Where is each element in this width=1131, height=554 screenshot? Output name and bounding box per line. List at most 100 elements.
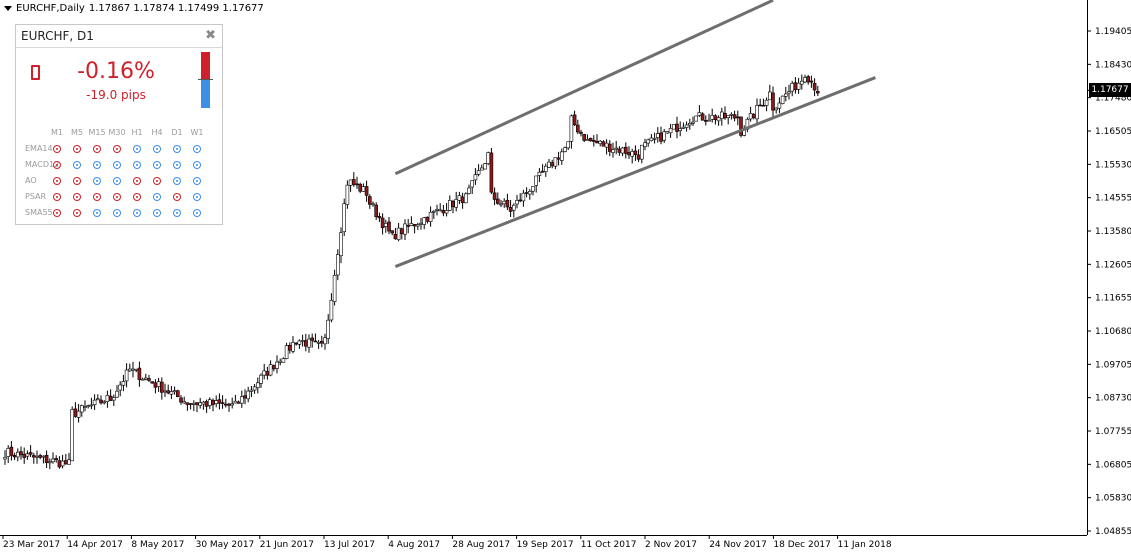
timeframe-label: W1 — [190, 128, 204, 137]
channel-lower-line — [394, 76, 876, 268]
candle-bull — [131, 368, 135, 371]
chart-menu-triangle-icon[interactable] — [4, 6, 12, 11]
candle-bull — [559, 151, 564, 161]
currency-strength-panel[interactable]: EURCHF, D1 ✖ -0.16% -19.0 pips M1 M5 M15 M3… — [15, 24, 223, 225]
candle-bear — [406, 224, 411, 227]
candle-bull — [316, 342, 321, 344]
trend-frame-icon — [31, 65, 40, 80]
candle-bull — [553, 157, 558, 167]
candle-bull — [252, 386, 257, 391]
current-price-tag: 1.17677 — [1089, 83, 1131, 98]
candle-bull — [25, 453, 30, 457]
candle-bull — [361, 186, 366, 192]
candle-bull — [527, 191, 532, 195]
candle-bull — [172, 390, 177, 393]
candle-bull — [6, 448, 10, 457]
buy-signal-dot — [153, 145, 161, 153]
candle-bull — [60, 460, 65, 467]
candle-bull — [547, 161, 551, 168]
candle-bear — [751, 114, 756, 118]
sell-signal-dot — [53, 177, 61, 185]
candle-bear — [185, 402, 190, 405]
close-icon[interactable]: ✖ — [205, 25, 216, 47]
price-tick-label: 1.19405 — [1095, 27, 1131, 37]
price-tick-label: 1.15530 — [1095, 160, 1131, 170]
candle-bear — [441, 210, 446, 214]
candle-bull — [780, 95, 785, 104]
candle-bull — [726, 114, 731, 118]
candle-bear — [217, 399, 222, 404]
candle-bear — [505, 199, 510, 208]
candle-bull — [716, 117, 721, 122]
sell-signal-dot — [73, 145, 81, 153]
buy-signal-dot — [113, 177, 121, 185]
sell-signal-dot — [73, 209, 81, 217]
candle-bull — [790, 83, 795, 92]
candle-bear — [460, 196, 465, 203]
candle-bear — [518, 199, 523, 202]
sell-signal-dot — [133, 177, 141, 185]
candle-bull — [124, 369, 129, 382]
candle-bull — [92, 399, 97, 406]
buy-signal-dot — [113, 161, 121, 169]
chart-window[interactable]: 1.19405 1.18430 1.17480 1.16505 1.15530 1.145… — [0, 0, 1131, 554]
candle-bull — [515, 200, 519, 205]
candle-bear — [492, 192, 497, 200]
candle-bull — [422, 217, 427, 225]
candle-bull — [144, 377, 148, 380]
candle-bear — [675, 123, 679, 132]
candle-bear — [636, 154, 641, 160]
buy-signal-dot — [173, 145, 181, 153]
candle-bear — [73, 408, 78, 417]
candle-bull — [486, 152, 491, 164]
candle-bear — [204, 401, 209, 407]
candle-bear — [524, 192, 529, 194]
candle-bull — [684, 124, 689, 128]
candle-bull — [275, 361, 279, 369]
panel-header[interactable]: EURCHF, D1 ✖ — [16, 25, 222, 48]
candle-bear — [550, 162, 555, 167]
candle-bull — [467, 187, 471, 194]
candle-bull — [652, 138, 657, 140]
buy-signal-dot — [193, 161, 201, 169]
candle-bear — [508, 207, 513, 212]
candle-bull — [694, 115, 699, 122]
candle-bear — [633, 150, 638, 155]
candle-bear — [108, 395, 113, 401]
candle-bull — [777, 102, 782, 109]
candle-bull — [307, 338, 311, 348]
candle-bear — [601, 141, 606, 147]
candle-bear — [540, 170, 545, 173]
date-tick-label: 19 Sep 2017 — [517, 540, 574, 550]
candle-bear — [703, 120, 708, 122]
candle-bull — [531, 186, 535, 192]
candle-bull — [3, 456, 7, 460]
candle-bull — [345, 184, 350, 205]
candle-bear — [380, 217, 385, 229]
candle-bear — [313, 340, 318, 343]
candle-bull — [89, 404, 94, 407]
candle-bear — [310, 337, 315, 341]
candle-bull — [249, 389, 254, 392]
candle-bull — [537, 171, 542, 176]
strength-bar — [198, 52, 213, 108]
buy-signal-dot — [173, 177, 181, 185]
candle-bear — [809, 80, 814, 83]
timeframe-label: D1 — [171, 128, 183, 137]
candle-bull — [163, 390, 167, 393]
candle-bear — [735, 116, 740, 119]
candle-bull — [748, 113, 753, 120]
candle-bull — [419, 222, 423, 225]
candle-bull — [134, 369, 138, 371]
strength-bar-midline — [198, 79, 213, 80]
candle-bull — [502, 200, 507, 205]
candle-bull — [803, 77, 807, 83]
candle-bear — [176, 390, 180, 397]
candle-bear — [579, 131, 583, 134]
candle-bull — [105, 395, 110, 402]
candle-bull — [115, 390, 119, 398]
sell-signal-dot — [93, 145, 101, 153]
candle-bull — [201, 401, 206, 405]
price-tick-label: 1.14555 — [1095, 194, 1131, 204]
candle-bull — [15, 451, 20, 458]
